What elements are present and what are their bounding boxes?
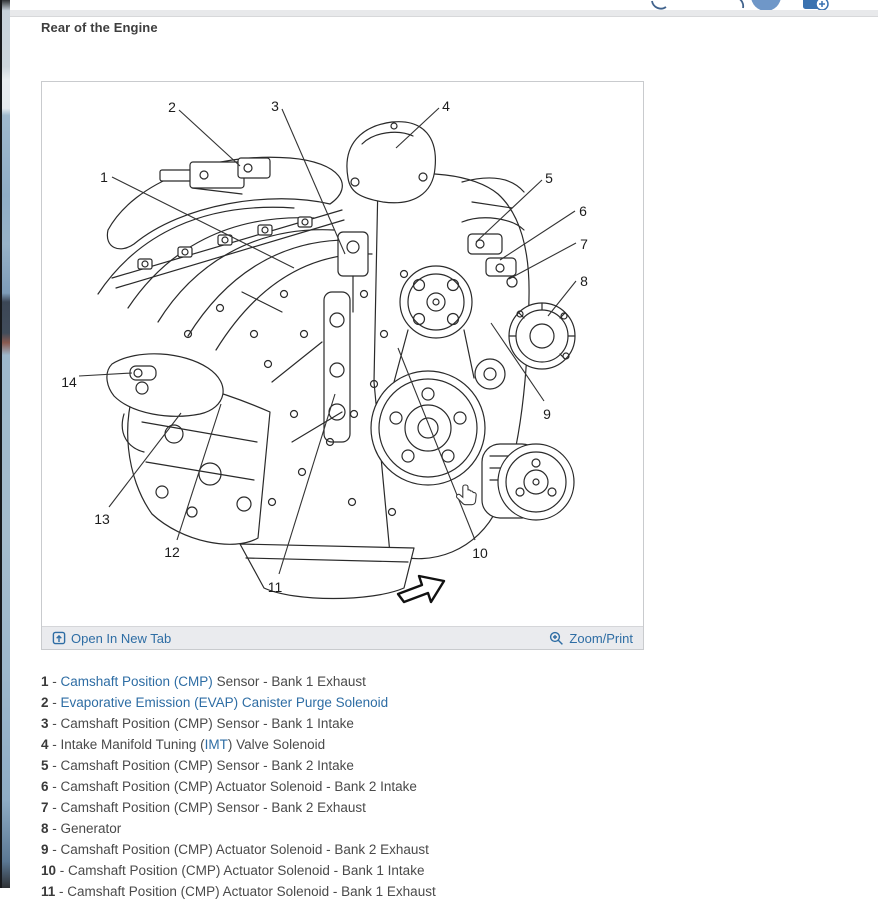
toolbar-strip-border (10, 16, 878, 17)
engine-line-art (98, 122, 575, 599)
zoom-print-label: Zoom/Print (569, 631, 633, 646)
open-in-new-tab-label: Open In New Tab (71, 631, 171, 646)
legend-item: 8 - Generator (41, 818, 601, 839)
toolbar-gray-strip (10, 10, 878, 16)
legend-item: 1 - Camshaft Position (CMP) Sensor - Ban… (41, 671, 601, 692)
callout-number: 7 (580, 236, 588, 252)
open-in-new-tab-icon (52, 631, 66, 645)
callout-number: 5 (545, 170, 553, 186)
legend-item-number: 6 (41, 779, 49, 794)
legend-item-number: 1 (41, 674, 49, 689)
legend-item: 5 - Camshaft Position (CMP) Sensor - Ban… (41, 755, 601, 776)
legend-item-number: 4 (41, 737, 49, 752)
callout-number: 10 (472, 545, 488, 561)
engine-figure: 1 2 3 4 5 6 7 8 9 10 11 12 13 14 Open In… (41, 81, 644, 650)
legend-item-number: 2 (41, 695, 49, 710)
open-in-new-tab-link[interactable]: Open In New Tab (52, 631, 171, 646)
add-image-icon[interactable] (803, 0, 828, 10)
legend-item-number: 11 (41, 884, 55, 899)
legend-item-link[interactable]: Camshaft Position (CMP) (61, 674, 213, 689)
callout-number: 14 (61, 374, 77, 390)
zoom-magnifier-plus-icon (549, 631, 564, 646)
callout-number: 13 (94, 511, 110, 527)
callout-number: 3 (271, 98, 279, 114)
callout-number: 6 (579, 203, 587, 219)
legend-item: 7 - Camshaft Position (CMP) Sensor - Ban… (41, 797, 601, 818)
browser-topbar (10, 0, 878, 17)
legend-item: 6 - Camshaft Position (CMP) Actuator Sol… (41, 776, 601, 797)
topbar-graphics (10, 0, 878, 17)
figure-caption-bar: Open In New Tab Zoom/Print (42, 626, 643, 649)
legend-item-number: 8 (41, 821, 49, 836)
legend-item-number: 3 (41, 716, 49, 731)
component-legend: 1 - Camshaft Position (CMP) Sensor - Ban… (41, 671, 601, 902)
legend-item: 9 - Camshaft Position (CMP) Actuator Sol… (41, 839, 601, 860)
legend-item: 4 - Intake Manifold Tuning (IMT) Valve S… (41, 734, 601, 755)
callout-number: 4 (442, 98, 450, 114)
legend-item-number: 10 (41, 863, 56, 878)
callout-number: 12 (164, 544, 180, 560)
legend-item-number: 5 (41, 758, 49, 773)
legend-item: 11 - Camshaft Position (CMP) Actuator So… (41, 881, 601, 902)
legend-item: 10 - Camshaft Position (CMP) Actuator So… (41, 860, 601, 881)
legend-item: 3 - Camshaft Position (CMP) Sensor - Ban… (41, 713, 601, 734)
engine-diagram-image[interactable]: 1 2 3 4 5 6 7 8 9 10 11 12 13 14 (42, 82, 643, 626)
topbar-bg (10, 0, 878, 10)
legend-item-number: 7 (41, 800, 49, 815)
callout-number: 2 (168, 99, 176, 115)
page-title: Rear of the Engine (41, 20, 158, 35)
callout-number: 9 (543, 406, 551, 422)
legend-item: 2 - Evaporative Emission (EVAP) Canister… (41, 692, 601, 713)
zoom-print-link[interactable]: Zoom/Print (549, 631, 633, 646)
legend-item-link[interactable]: Evaporative Emission (EVAP) Canister Pur… (61, 695, 389, 710)
legend-item-link[interactable]: IMT (205, 737, 228, 752)
callout-number: 8 (580, 273, 588, 289)
callout-number: 11 (268, 579, 283, 595)
callout-number: 1 (100, 169, 108, 185)
left-edge-window-strip (0, 0, 10, 888)
legend-item-number: 9 (41, 842, 49, 857)
